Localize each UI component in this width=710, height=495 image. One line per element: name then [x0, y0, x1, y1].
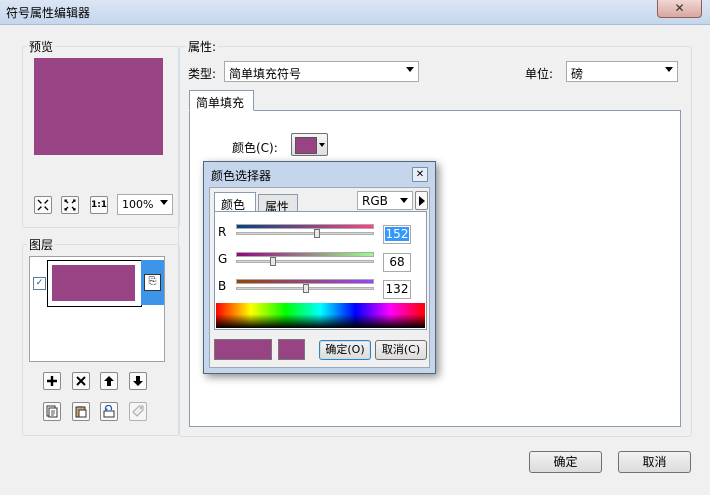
chevron-down-icon	[319, 143, 325, 147]
paste-icon	[75, 406, 87, 418]
zoom-in-icon	[37, 199, 49, 211]
color-picker-title: 颜色选择器	[211, 169, 272, 183]
unit-select[interactable]: 磅	[566, 61, 678, 82]
ok-button[interactable]: 确定	[529, 451, 602, 473]
color-spectrum[interactable]	[216, 303, 425, 328]
green-slider-rail[interactable]	[236, 260, 374, 263]
blue-value: 132	[385, 282, 409, 296]
zoom-value: 100%	[122, 198, 154, 211]
red-slider-thumb[interactable]	[314, 229, 320, 238]
tab-simple-fill-label: 简单填充	[196, 96, 245, 110]
chevron-down-icon	[400, 198, 408, 203]
color-picker-dialog: 颜色选择器 ✕ 颜色 属性 RGB R 152 G 68 B 132 确定(O)…	[203, 161, 436, 374]
red-slider-rail[interactable]	[236, 232, 374, 235]
reset-layer-button[interactable]	[100, 402, 118, 421]
remove-layer-button[interactable]	[72, 372, 90, 390]
color-ok-button[interactable]: 确定(O)	[319, 340, 371, 360]
type-label: 类型:	[188, 67, 217, 81]
unit-value: 磅	[571, 67, 584, 81]
chevron-down-icon	[665, 67, 673, 72]
green-value: 68	[389, 255, 405, 269]
zoom-extent-button[interactable]	[61, 196, 79, 214]
tab-properties[interactable]: 属性	[258, 194, 298, 214]
red-label: R	[218, 225, 227, 239]
color-picker-body: 颜色 属性 RGB R 152 G 68 B 132 确定(O) 取消(C)	[209, 187, 430, 368]
chevron-down-icon	[406, 67, 414, 72]
arrow-up-icon	[104, 376, 114, 386]
current-color-swatch	[214, 339, 272, 360]
paste-layer-button[interactable]	[72, 402, 90, 421]
expand-icon	[64, 199, 76, 211]
original-color-swatch	[278, 339, 305, 360]
cancel-button[interactable]: 取消	[618, 451, 691, 473]
properties-label: 属性:	[186, 38, 219, 55]
unit-label: 单位:	[525, 67, 554, 81]
blue-slider-thumb[interactable]	[303, 284, 309, 293]
window-title: 符号属性编辑器	[6, 6, 91, 20]
layer-selection-bar[interactable]: ⎘	[141, 260, 164, 305]
layer-lock-icon[interactable]: ⎘	[144, 274, 161, 291]
green-label: G	[218, 252, 228, 266]
green-gradient	[236, 252, 374, 257]
window-close-button[interactable]: ✕	[657, 0, 702, 18]
type-select[interactable]: 简单填充符号	[224, 61, 419, 82]
red-value: 152	[384, 227, 410, 241]
blue-value-input[interactable]: 132	[383, 280, 411, 299]
fill-color-label: 颜色(C):	[232, 141, 278, 155]
red-gradient	[236, 224, 374, 229]
layers-label: 图层	[27, 236, 56, 253]
green-value-input[interactable]: 68	[383, 253, 411, 272]
move-layer-down-button[interactable]	[129, 372, 147, 390]
green-slider-thumb[interactable]	[270, 257, 276, 266]
actual-size-button[interactable]: 1:1	[90, 196, 108, 214]
color-mode-value: RGB	[362, 194, 388, 208]
copy-layer-button[interactable]	[43, 402, 61, 421]
arrow-down-icon	[133, 376, 143, 386]
color-cancel-button[interactable]: 取消(C)	[375, 340, 427, 360]
chevron-down-icon	[160, 200, 168, 205]
window-titlebar: 符号属性编辑器	[0, 0, 710, 25]
layer-item[interactable]	[47, 260, 142, 307]
plus-icon	[47, 376, 57, 386]
tab-color-label: 颜色	[221, 198, 246, 212]
tag-icon	[132, 405, 144, 417]
close-icon	[76, 376, 86, 386]
triangle-right-icon	[418, 195, 425, 206]
add-layer-button[interactable]	[43, 372, 61, 390]
undo-icon	[103, 405, 115, 418]
color-mode-select[interactable]: RGB	[357, 191, 413, 210]
layer-swatch	[52, 265, 135, 301]
fill-color-button[interactable]	[291, 133, 328, 156]
preview-swatch	[34, 58, 163, 155]
fill-color-swatch	[295, 137, 317, 154]
zoom-select[interactable]: 100%	[117, 194, 173, 215]
move-layer-up-button[interactable]	[100, 372, 118, 390]
tab-color[interactable]: 颜色	[214, 192, 256, 212]
red-value-input[interactable]: 152	[383, 225, 411, 244]
color-picker-panel: R 152 G 68 B 132	[214, 211, 427, 330]
copy-icon	[46, 405, 58, 418]
preview-label: 预览	[27, 38, 56, 55]
tag-layer-button[interactable]	[129, 402, 147, 421]
zoom-in-fit-button[interactable]	[34, 196, 52, 214]
color-picker-more-button[interactable]	[415, 191, 428, 210]
layer-list: ✓ ⎘	[29, 256, 165, 362]
one-to-one-icon: 1:1	[90, 200, 108, 210]
tab-simple-fill[interactable]: 简单填充	[189, 90, 254, 111]
color-picker-close-button[interactable]: ✕	[412, 167, 428, 182]
layer-checkbox[interactable]: ✓	[33, 277, 46, 290]
blue-label: B	[218, 279, 227, 293]
type-value: 简单填充符号	[229, 67, 302, 81]
